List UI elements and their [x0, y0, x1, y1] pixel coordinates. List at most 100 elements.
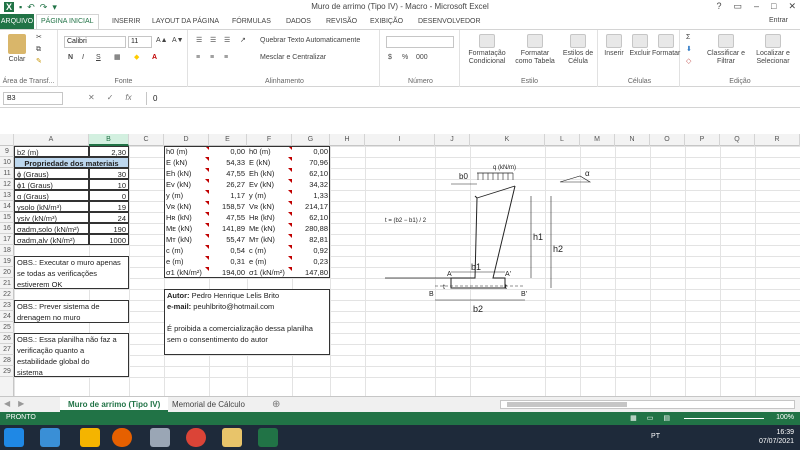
column-header[interactable]: A [14, 134, 89, 146]
comment-indicator-icon[interactable] [205, 234, 209, 238]
fill-icon[interactable]: ⬇ [686, 46, 692, 54]
result-label[interactable]: Hʀ (kN) [164, 212, 209, 223]
row-header[interactable]: 24 [0, 311, 14, 322]
obs-stability-note[interactable]: OBS.: Essa planilha não faz a verificação… [14, 333, 129, 377]
copy-icon[interactable]: ⧉ [36, 46, 41, 54]
ribbon-display-icon[interactable]: ▭ [733, 1, 742, 12]
help-icon[interactable]: ? [716, 1, 721, 12]
cell-value[interactable]: 1000 [89, 234, 129, 245]
row-header[interactable]: 15 [0, 212, 14, 223]
result-value[interactable]: 47,55 [209, 212, 247, 223]
column-header[interactable]: G [292, 134, 330, 146]
align-top-icon[interactable]: ☰ [196, 37, 202, 45]
tab-home[interactable]: PÁGINA INICIAL [36, 14, 99, 29]
email-value[interactable]: peuhlbrito@hotmail.com [193, 302, 274, 311]
format-painter-icon[interactable]: ✎ [36, 58, 42, 66]
result-value[interactable]: 280,88 [292, 223, 330, 234]
tab-file[interactable]: ARQUIVO [0, 14, 34, 29]
result-label[interactable]: Eh (kN) [247, 168, 292, 179]
bold-button[interactable]: N [68, 54, 73, 62]
comment-indicator-icon[interactable] [288, 201, 292, 205]
autosum-icon[interactable]: Σ [686, 34, 690, 42]
obs-drainage-note[interactable]: OBS.: Prever sistema de drenagem no muro [14, 300, 129, 323]
comment-indicator-icon[interactable] [205, 146, 209, 150]
row-header[interactable]: 14 [0, 201, 14, 212]
result-value[interactable]: 55,47 [209, 234, 247, 245]
result-label[interactable]: Ev (kN) [164, 179, 209, 190]
result-value[interactable]: 214,17 [292, 201, 330, 212]
result-label[interactable]: y (m) [247, 190, 292, 201]
row-header[interactable]: 28 [0, 355, 14, 366]
column-header[interactable]: N [615, 134, 650, 146]
result-value[interactable]: 34,32 [292, 179, 330, 190]
currency-icon[interactable]: $ [388, 54, 392, 62]
tab-review[interactable]: REVISÃO [326, 16, 357, 27]
cell-label[interactable]: γsolo (kN/m³) [14, 201, 89, 212]
align-bottom-icon[interactable]: ☰ [224, 37, 230, 45]
result-label[interactable]: Eh (kN) [164, 168, 209, 179]
tab-formulas[interactable]: FÓRMULAS [232, 16, 271, 27]
result-value[interactable]: 26,27 [209, 179, 247, 190]
page-break-view-icon[interactable]: ▤ [663, 414, 670, 422]
result-value[interactable]: 0,00 [209, 146, 247, 157]
comment-indicator-icon[interactable] [205, 267, 209, 271]
result-label[interactable]: Mᴇ (kN) [164, 223, 209, 234]
insert-function-icon[interactable]: fx [125, 93, 131, 102]
column-header[interactable]: F [247, 134, 292, 146]
column-header[interactable]: P [685, 134, 720, 146]
cell-label[interactable]: b2 (m) [14, 146, 89, 157]
enter-icon[interactable]: ✓ [107, 93, 114, 102]
align-center-icon[interactable]: ≡ [210, 54, 214, 62]
cancel-icon[interactable]: ✕ [88, 93, 95, 102]
number-format-select[interactable] [386, 36, 454, 48]
result-value[interactable]: 54,33 [209, 157, 247, 168]
result-label[interactable]: Mᴛ (kN) [164, 234, 209, 245]
comma-icon[interactable]: 000 [416, 54, 428, 62]
ie-icon[interactable] [40, 428, 60, 447]
start-icon[interactable] [4, 428, 24, 447]
font-color-icon[interactable]: A [152, 54, 157, 62]
align-right-icon[interactable]: ≡ [224, 54, 228, 62]
clear-icon[interactable]: ◇ [686, 58, 691, 66]
tab-data[interactable]: DADOS [286, 16, 311, 27]
explorer-icon[interactable] [80, 428, 100, 447]
font-name-select[interactable]: Calibri [64, 36, 126, 48]
result-value[interactable]: 0,54 [209, 245, 247, 256]
select-all-button[interactable] [0, 134, 14, 146]
tab-developer[interactable]: DESENVOLVEDOR [418, 16, 481, 27]
comment-indicator-icon[interactable] [205, 212, 209, 216]
system-clock[interactable]: 16:39 07/07/2021 [759, 428, 794, 446]
row-header[interactable]: 22 [0, 289, 14, 300]
sort-filter-button[interactable]: Classificar e Filtrar [704, 34, 748, 66]
column-header[interactable]: M [580, 134, 615, 146]
cell-label[interactable]: ϕ1 (Graus) [14, 179, 89, 190]
result-value[interactable]: 147,80 [292, 267, 330, 278]
result-label[interactable]: σ1 (kN/m²) [164, 267, 209, 278]
column-header[interactable]: C [129, 134, 164, 146]
result-label[interactable]: E (kN) [247, 157, 292, 168]
result-label[interactable]: y (m) [164, 190, 209, 201]
result-label[interactable]: Vʀ (kN) [247, 201, 292, 212]
comment-indicator-icon[interactable] [205, 157, 209, 161]
row-header[interactable]: 13 [0, 190, 14, 201]
prev-sheet-icon[interactable]: ◀ [4, 399, 10, 408]
row-header[interactable]: 23 [0, 300, 14, 311]
shrink-font-icon[interactable]: A▼ [172, 37, 184, 45]
result-label[interactable]: Hʀ (kN) [247, 212, 292, 223]
row-header[interactable]: 9 [0, 146, 14, 157]
wrap-text-button[interactable]: Quebrar Texto Automaticamente [260, 37, 360, 45]
column-header[interactable]: J [435, 134, 470, 146]
result-value[interactable]: 0,92 [292, 245, 330, 256]
column-header[interactable]: E [209, 134, 247, 146]
align-middle-icon[interactable]: ☰ [210, 37, 216, 45]
tab-page-layout[interactable]: LAYOUT DA PÁGINA [152, 16, 219, 27]
cell-value[interactable]: 190 [89, 223, 129, 234]
language-indicator[interactable]: PT [651, 433, 660, 440]
comment-indicator-icon[interactable] [205, 201, 209, 205]
firefox-icon[interactable] [112, 428, 132, 447]
comment-indicator-icon[interactable] [205, 168, 209, 172]
comment-indicator-icon[interactable] [288, 168, 292, 172]
comment-indicator-icon[interactable] [288, 212, 292, 216]
column-header[interactable]: K [470, 134, 545, 146]
column-header[interactable]: R [755, 134, 800, 146]
